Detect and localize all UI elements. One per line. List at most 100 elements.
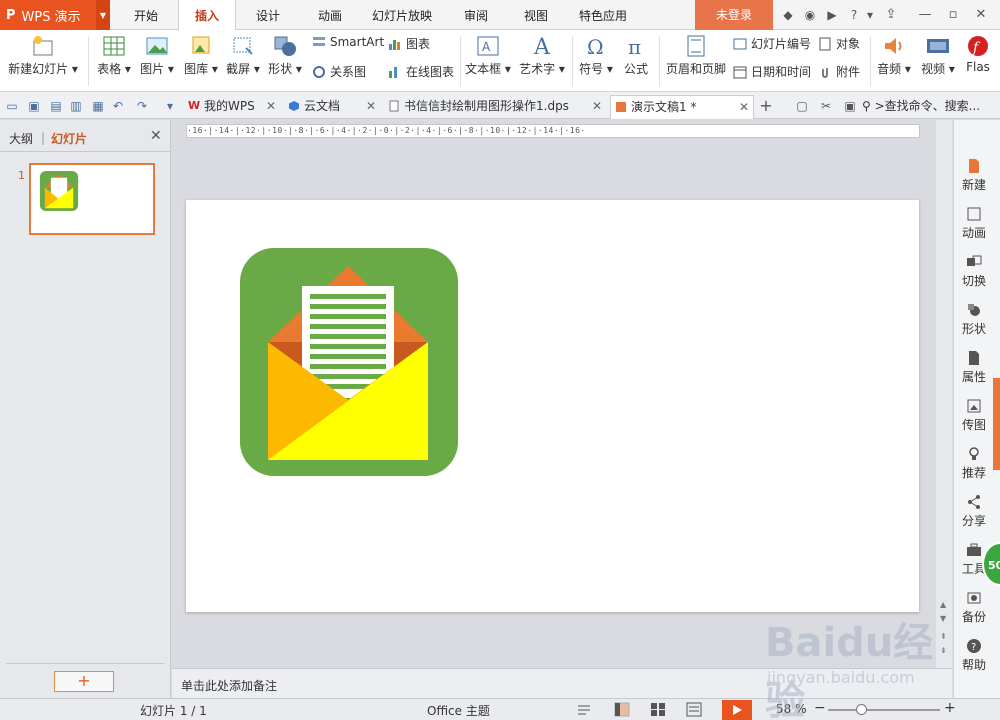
- taskpane-animation[interactable]: 动画: [954, 206, 994, 241]
- close-icon[interactable]: ✕: [739, 96, 749, 118]
- close-icon[interactable]: ✕: [970, 4, 992, 26]
- new-slide-button[interactable]: 新建幻灯片 ▾: [6, 30, 80, 77]
- zoom-in-icon[interactable]: +: [944, 700, 956, 716]
- tab-my-wps[interactable]: W 我的WPS ✕: [184, 95, 280, 119]
- menu-tab-home[interactable]: 开始: [118, 0, 174, 30]
- app-menu-button[interactable]: P WPS 演示 ▼: [0, 0, 110, 30]
- online-chart-button[interactable]: 在线图表: [388, 63, 454, 80]
- taskpane-share[interactable]: 分享: [954, 494, 994, 529]
- zoom-out-icon[interactable]: −: [814, 700, 826, 716]
- save-icon[interactable]: ▣: [26, 98, 42, 114]
- slide-number-button[interactable]: 幻灯片编号: [733, 35, 811, 52]
- close-icon[interactable]: ✕: [592, 95, 602, 117]
- menu-tab-review[interactable]: 审阅: [450, 0, 502, 30]
- zoom-slider[interactable]: [828, 709, 940, 711]
- flash-button[interactable]: f Flas: [960, 30, 996, 74]
- zoom-level[interactable]: 58 %: [776, 702, 807, 716]
- header-footer-button[interactable]: 页眉和页脚: [662, 30, 730, 77]
- share-icon[interactable]: ▶: [824, 7, 840, 23]
- export-icon[interactable]: ▤: [48, 98, 64, 114]
- envelope-letter-icon[interactable]: [240, 248, 458, 476]
- horizontal-ruler[interactable]: ·16·|·14·|·12·|·10·|·8·|·6·|·4·|·2·|·0·|…: [186, 124, 920, 138]
- close-icon[interactable]: ✕: [366, 95, 376, 117]
- slide-thumbnail[interactable]: [29, 163, 155, 235]
- preview-icon[interactable]: ▦: [90, 98, 106, 114]
- table-button[interactable]: 表格 ▾: [95, 30, 133, 77]
- tab-presentation-1[interactable]: 演示文稿1 * ✕: [610, 95, 754, 119]
- help-icon[interactable]: ?: [846, 7, 862, 23]
- skin-icon[interactable]: ◆: [780, 7, 796, 23]
- notes-pane[interactable]: 单击此处添加备注: [172, 668, 952, 698]
- open-folder-icon[interactable]: ▭: [4, 98, 20, 114]
- close-icon[interactable]: ✕: [150, 128, 162, 144]
- login-button[interactable]: 未登录: [695, 0, 773, 30]
- picture-button[interactable]: 图片 ▾: [138, 30, 176, 77]
- taskpane-transition[interactable]: 切换: [954, 254, 994, 289]
- reading-view-icon[interactable]: [686, 702, 702, 717]
- menu-tab-slideshow[interactable]: 幻灯片放映: [364, 0, 440, 30]
- close-icon[interactable]: ✕: [266, 95, 276, 117]
- add-slide-button[interactable]: +: [54, 671, 114, 692]
- scroll-up-icon[interactable]: ▲: [940, 600, 946, 609]
- tools-icon[interactable]: ✂: [818, 98, 834, 114]
- taskpane-new[interactable]: 新建: [954, 158, 994, 193]
- menu-tab-animation[interactable]: 动画: [304, 0, 356, 30]
- play-slideshow-button[interactable]: [722, 700, 752, 720]
- menu-chevron-icon[interactable]: ▾: [862, 7, 878, 23]
- menu-tab-insert[interactable]: 插入: [178, 0, 236, 31]
- taskpane-backup[interactable]: 备份: [954, 590, 994, 625]
- notes-toggle-icon[interactable]: [576, 702, 592, 717]
- undo-icon[interactable]: ↶: [110, 98, 126, 114]
- taskpane-recommend[interactable]: 推荐: [954, 446, 994, 481]
- feedback-icon[interactable]: ◉: [802, 7, 818, 23]
- prev-slide-icon[interactable]: ⇞: [940, 632, 947, 641]
- customize-chevron-icon[interactable]: ▾: [162, 98, 178, 114]
- zoom-slider-handle[interactable]: [856, 704, 868, 715]
- taskpane-help[interactable]: ? 帮助: [954, 638, 994, 673]
- maximize-icon[interactable]: ▫: [942, 4, 964, 26]
- date-time-button[interactable]: 日期和时间: [733, 63, 811, 80]
- menu-tab-design[interactable]: 设计: [242, 0, 294, 30]
- command-search-box[interactable]: ⚲ >查找命令、搜索...: [862, 95, 1000, 117]
- next-slide-icon[interactable]: ⇟: [940, 646, 947, 655]
- smartart-button[interactable]: SmartArt: [312, 35, 384, 49]
- chevron-down-icon[interactable]: ▼: [96, 0, 110, 30]
- new-tab-plus-icon[interactable]: +: [758, 98, 774, 114]
- theme-name[interactable]: Office 主题: [427, 702, 490, 719]
- object-button[interactable]: 对象: [818, 35, 860, 52]
- normal-view-icon[interactable]: [614, 702, 630, 717]
- slideshow-icon[interactable]: ▢: [794, 98, 810, 114]
- textbox-button[interactable]: A 文本框 ▾: [464, 30, 512, 77]
- tab-outline[interactable]: 大纲: [9, 130, 33, 147]
- slide-sorter-icon[interactable]: [650, 702, 666, 717]
- gallery-button[interactable]: 图库 ▾: [182, 30, 220, 77]
- wordart-button[interactable]: A 艺术字 ▾: [518, 30, 566, 77]
- window-icon[interactable]: ▣: [842, 98, 858, 114]
- slide-canvas[interactable]: [186, 200, 919, 612]
- tab-letter-envelope-doc[interactable]: 书信信封绘制用图形操作1.dps ✕: [384, 95, 606, 119]
- shape-button[interactable]: 形状 ▾: [266, 30, 304, 77]
- redo-icon[interactable]: ↷: [134, 98, 150, 114]
- formula-button[interactable]: π 公式: [618, 30, 654, 77]
- video-button[interactable]: 视频 ▾: [918, 30, 958, 77]
- audio-button[interactable]: 音频 ▾: [874, 30, 914, 77]
- taskpane-shape[interactable]: 形状: [954, 302, 994, 337]
- menu-tab-special[interactable]: 特色应用: [570, 0, 636, 30]
- symbol-button[interactable]: Ω 符号 ▾: [576, 30, 616, 77]
- tab-cloud-docs[interactable]: 云文档 ✕: [284, 95, 380, 119]
- print-icon[interactable]: ▥: [68, 98, 84, 114]
- attachment-button[interactable]: 附件: [818, 63, 860, 80]
- menu-tab-view[interactable]: 视图: [510, 0, 562, 30]
- taskpane-properties[interactable]: 属性: [954, 350, 994, 385]
- relation-button[interactable]: 关系图: [312, 63, 366, 80]
- taskpane-upload-image[interactable]: 传图: [954, 398, 994, 433]
- minimize-icon[interactable]: —: [914, 4, 936, 26]
- restore-ribbon-icon[interactable]: ⇪: [880, 4, 902, 26]
- task-pane-expand-handle[interactable]: [993, 378, 1000, 470]
- scroll-down-icon[interactable]: ▼: [940, 614, 946, 623]
- tab-label: 我的WPS: [204, 99, 255, 113]
- tab-slides[interactable]: 幻灯片: [51, 130, 87, 147]
- chart-button[interactable]: 图表: [388, 35, 430, 52]
- screenshot-button[interactable]: 截屏 ▾: [224, 30, 262, 77]
- vertical-scrollbar[interactable]: ▲ ▼ ⇞ ⇟: [936, 120, 952, 668]
